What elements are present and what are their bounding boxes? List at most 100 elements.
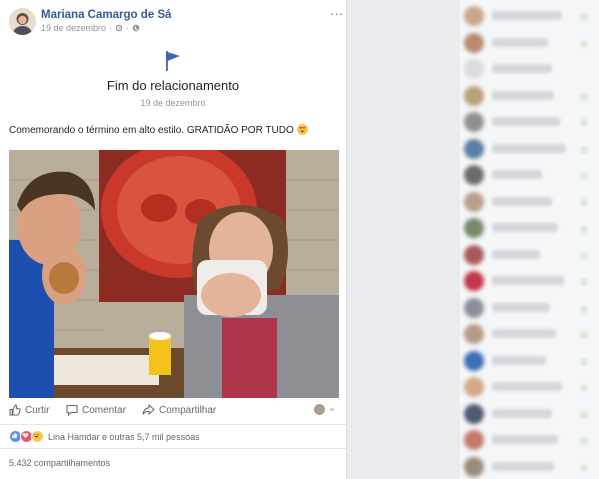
life-event-title: Fim do relacionamento xyxy=(106,78,240,93)
online-status-icon xyxy=(580,145,588,154)
contact-avatar xyxy=(464,59,484,79)
comment-label: Comentar xyxy=(82,404,126,416)
contact-name-blurred xyxy=(492,302,550,312)
post-caption: Comemorando o término em alto estilo. GR… xyxy=(9,124,308,136)
contact-avatar xyxy=(464,6,484,26)
online-status-icon xyxy=(580,92,588,101)
online-status-icon xyxy=(580,278,588,286)
contact-avatar xyxy=(464,456,484,477)
contact-name-blurred xyxy=(492,276,564,285)
chat-contact[interactable] xyxy=(464,190,594,212)
post-photo[interactable] xyxy=(9,150,339,398)
online-status-icon xyxy=(580,384,588,392)
author-name-link[interactable]: Mariana Camargo de Sá xyxy=(41,9,171,21)
online-status-icon xyxy=(580,410,588,419)
chat-contact[interactable] xyxy=(464,57,594,79)
online-status-icon xyxy=(580,304,588,313)
chat-contact[interactable] xyxy=(464,455,594,477)
chat-contact[interactable] xyxy=(464,269,594,291)
share-label: Compartilhar xyxy=(159,404,217,416)
like-label: Curtir xyxy=(25,404,50,416)
online-status-icon xyxy=(580,39,588,48)
author-avatar[interactable] xyxy=(9,8,36,35)
chat-contact[interactable] xyxy=(464,375,594,397)
online-status-icon xyxy=(580,119,588,127)
contact-avatar xyxy=(464,138,484,159)
contact-avatar xyxy=(464,165,484,185)
contact-name-blurred xyxy=(492,143,566,153)
contact-name-blurred xyxy=(492,37,548,47)
haha-reaction-icon xyxy=(31,430,44,443)
online-status-icon xyxy=(580,463,588,472)
online-status-icon xyxy=(580,172,588,180)
contact-avatar xyxy=(464,297,484,318)
chat-contact[interactable] xyxy=(464,428,594,450)
contact-avatar xyxy=(464,85,484,106)
heart-eyes-emoji-icon xyxy=(296,124,308,135)
online-status-icon xyxy=(580,225,588,233)
contact-name-blurred xyxy=(492,90,554,100)
chevron-down-icon xyxy=(329,408,335,411)
settings-icon xyxy=(115,24,123,32)
contact-avatar xyxy=(464,350,484,371)
contact-name-blurred xyxy=(492,117,560,126)
meta-separator: · xyxy=(109,23,113,33)
chat-contact[interactable] xyxy=(464,322,594,344)
contact-name-blurred xyxy=(492,223,558,232)
contact-avatar xyxy=(464,430,484,450)
post-date-link[interactable]: 19 de dezembro xyxy=(41,23,106,33)
contact-name-blurred xyxy=(492,382,562,391)
reactions-text[interactable]: Lina Hamdar e outras 5,7 mil pessoas xyxy=(48,432,200,442)
chat-contact[interactable] xyxy=(464,4,594,26)
chat-contact[interactable] xyxy=(464,84,594,106)
contact-name-blurred xyxy=(492,329,556,338)
chat-contact[interactable] xyxy=(464,31,594,53)
contact-name-blurred xyxy=(492,408,552,418)
page-avatar-icon xyxy=(314,404,325,415)
contact-avatar xyxy=(464,191,484,212)
post-meta: 19 de dezembro · · xyxy=(41,23,140,33)
online-status-icon xyxy=(580,251,588,260)
contact-name-blurred xyxy=(492,461,554,471)
life-event-date: 19 de dezembro xyxy=(140,98,206,108)
contact-avatar xyxy=(464,403,484,424)
post-card: Mariana Camargo de Sá 19 de dezembro · ·… xyxy=(0,0,347,479)
meta-separator: · xyxy=(126,23,130,33)
contact-avatar xyxy=(464,244,484,265)
contact-name-blurred xyxy=(492,64,552,73)
chat-contact[interactable] xyxy=(464,349,594,371)
share-icon xyxy=(142,404,155,416)
contact-name-blurred xyxy=(492,11,562,20)
contact-avatar xyxy=(464,32,484,53)
chat-contact[interactable] xyxy=(464,137,594,159)
chat-contact[interactable] xyxy=(464,402,594,424)
chat-contact[interactable] xyxy=(464,243,594,265)
like-button[interactable]: Curtir xyxy=(9,404,49,416)
chat-contact[interactable] xyxy=(464,163,594,185)
contact-name-blurred xyxy=(492,355,546,365)
flag-icon xyxy=(166,51,180,71)
contact-avatar xyxy=(464,112,484,132)
contact-name-blurred xyxy=(492,249,540,259)
comment-button[interactable]: Comentar xyxy=(66,404,126,416)
divider xyxy=(0,448,346,449)
contact-avatar xyxy=(464,324,484,344)
contact-name-blurred xyxy=(492,435,558,444)
chat-contact[interactable] xyxy=(464,296,594,318)
reaction-as-page-selector[interactable] xyxy=(314,404,335,415)
contact-name-blurred xyxy=(492,196,552,206)
share-button[interactable]: Compartilhar xyxy=(142,404,216,416)
shares-count-link[interactable]: 5.432 compartilhamentos xyxy=(9,458,110,468)
more-options-button[interactable]: ··· xyxy=(330,6,343,21)
globe-icon xyxy=(132,24,140,32)
chat-contact[interactable] xyxy=(464,110,594,132)
caption-text: Comemorando o término em alto estilo. GR… xyxy=(9,125,294,136)
chat-contact[interactable] xyxy=(464,216,594,238)
chat-sidebar xyxy=(460,0,599,479)
online-status-icon xyxy=(580,357,588,366)
online-status-icon xyxy=(580,331,588,339)
online-status-icon xyxy=(580,13,588,21)
online-status-icon xyxy=(580,437,588,445)
reactions-summary[interactable]: Lina Hamdar e outras 5,7 mil pessoas xyxy=(9,430,200,443)
comment-icon xyxy=(66,405,78,416)
